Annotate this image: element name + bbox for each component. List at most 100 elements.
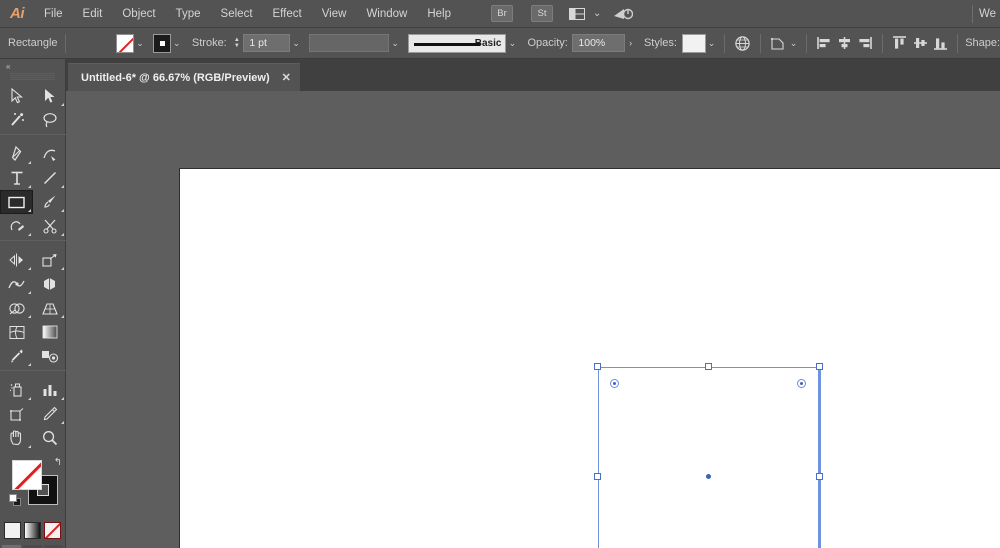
align-right-icon[interactable] (855, 32, 875, 54)
control-divider-3 (759, 33, 761, 53)
control-divider-1 (64, 33, 66, 53)
brush-caret-icon[interactable]: ⌄ (506, 34, 518, 53)
transform-caret-icon[interactable]: ⌄ (788, 34, 800, 53)
align-bottom-icon[interactable] (930, 32, 950, 54)
center-anchor-point[interactable] (706, 474, 711, 479)
close-icon[interactable]: ✕ (282, 71, 291, 84)
scale-shear-tool[interactable] (33, 248, 66, 272)
menu-bar: Ai File Edit Object Type Select Effect V… (0, 0, 1000, 28)
menu-effect[interactable]: Effect (263, 0, 312, 28)
panel-drag-grip[interactable] (10, 73, 55, 81)
color-swatch-button[interactable] (4, 522, 21, 539)
type-tool[interactable] (0, 166, 33, 190)
stroke-weight-input[interactable]: 1 pt (243, 34, 291, 52)
arrange-caret-icon[interactable]: ⌄ (589, 0, 605, 28)
brush-definition-select[interactable]: Basic (408, 33, 507, 53)
workspace-switcher[interactable]: We (979, 8, 1000, 20)
styles-caret-icon[interactable]: ⌄ (706, 34, 718, 53)
magic-wand-tool[interactable] (0, 108, 33, 132)
direct-selection-tool[interactable] (33, 84, 66, 108)
align-top-icon[interactable] (890, 32, 910, 54)
stroke-weight-stepper[interactable]: ▲ ▼ (232, 34, 241, 52)
blend-tool[interactable] (33, 344, 66, 368)
align-center-horizontal-icon[interactable] (835, 32, 855, 54)
zoom-tool[interactable] (33, 426, 66, 450)
width-warp-tool[interactable] (0, 272, 33, 296)
line-segment-tool[interactable] (33, 166, 66, 190)
opacity-expand-icon[interactable]: › (625, 34, 637, 53)
opacity-label: Opacity: (527, 37, 568, 49)
menubar-divider (971, 4, 973, 23)
shaper-pencil-tool[interactable] (0, 214, 33, 238)
none-swatch-button[interactable] (44, 522, 61, 539)
fill-caret-icon[interactable]: ⌄ (134, 34, 146, 53)
menu-select[interactable]: Select (211, 0, 263, 28)
menu-type[interactable]: Type (166, 0, 211, 28)
handle-middle-right[interactable] (816, 473, 823, 480)
transform-icon[interactable] (767, 32, 787, 54)
opacity-input[interactable]: 100% (572, 34, 625, 52)
align-center-vertical-icon[interactable] (910, 32, 930, 54)
stroke-swatch[interactable] (153, 33, 171, 53)
stroke-caret-icon[interactable]: ⌄ (171, 34, 183, 53)
cloud-sync-icon[interactable] (605, 0, 637, 28)
align-left-icon[interactable] (814, 32, 834, 54)
handle-top-center[interactable] (705, 363, 712, 370)
artboard-tool[interactable] (0, 402, 33, 426)
selected-rectangle[interactable] (594, 363, 823, 548)
menu-view[interactable]: View (312, 0, 357, 28)
eyedropper-tool[interactable] (0, 344, 33, 368)
slice-tool[interactable] (33, 402, 66, 426)
collapse-panel-icon[interactable]: « (0, 59, 65, 73)
selection-tool[interactable] (0, 84, 33, 108)
shape-builder-tool[interactable] (0, 296, 33, 320)
canvas-area[interactable] (66, 91, 1000, 548)
fill-stroke-indicator: ↰ (0, 456, 66, 518)
tools-panel: « ↰ (0, 59, 66, 548)
menu-object[interactable]: Object (112, 0, 165, 28)
control-divider-2 (724, 33, 726, 53)
corner-radius-widget-top-right[interactable] (797, 379, 806, 388)
free-transform-tool[interactable] (33, 272, 66, 296)
recolor-artwork-icon[interactable] (732, 32, 752, 54)
stock-button[interactable]: St (531, 5, 553, 22)
rectangle-tool[interactable] (0, 190, 33, 214)
symbol-sprayer-tool[interactable] (0, 378, 33, 402)
shape-label: Shape: (965, 37, 1000, 49)
styles-label: Styles: (643, 37, 677, 49)
column-graph-tool[interactable] (33, 378, 66, 402)
menu-file[interactable]: File (34, 0, 73, 28)
selected-object-label: Rectangle (8, 37, 58, 49)
handle-middle-left[interactable] (594, 473, 601, 480)
graphic-style-swatch[interactable] (681, 33, 706, 53)
corner-radius-widget-top-left[interactable] (610, 379, 619, 388)
stroke-weight-caret-icon[interactable]: ⌄ (290, 34, 302, 53)
menu-window[interactable]: Window (356, 0, 417, 28)
artboard[interactable] (179, 168, 1000, 548)
stroke-profile-select[interactable] (309, 34, 390, 52)
menu-edit[interactable]: Edit (73, 0, 113, 28)
gradient-swatch-button[interactable] (24, 522, 41, 539)
tool-group-divider (0, 370, 66, 376)
pen-tool[interactable] (0, 142, 33, 166)
mesh-tool[interactable] (0, 320, 33, 344)
handle-top-left[interactable] (594, 363, 601, 370)
perspective-grid-tool[interactable] (33, 296, 66, 320)
fill-swatch[interactable] (116, 33, 135, 53)
fill-color-indicator[interactable] (12, 460, 42, 490)
lasso-tool[interactable] (33, 108, 66, 132)
swap-fill-stroke-icon[interactable]: ↰ (54, 457, 62, 468)
hand-tool[interactable] (0, 426, 33, 450)
stroke-profile-caret-icon[interactable]: ⌄ (389, 34, 401, 53)
default-fill-stroke-icon[interactable] (9, 494, 22, 507)
bridge-button[interactable]: Br (491, 5, 513, 22)
rotate-reflect-tool[interactable] (0, 248, 33, 272)
eraser-scissors-tool[interactable] (33, 214, 66, 238)
document-tab[interactable]: Untitled-6* @ 66.67% (RGB/Preview) ✕ (68, 63, 300, 91)
handle-top-right[interactable] (816, 363, 823, 370)
curvature-tool[interactable] (33, 142, 66, 166)
menu-help[interactable]: Help (417, 0, 461, 28)
gradient-tool[interactable] (33, 320, 66, 344)
arrange-documents-icon[interactable] (565, 0, 589, 28)
paintbrush-tool[interactable] (33, 190, 66, 214)
